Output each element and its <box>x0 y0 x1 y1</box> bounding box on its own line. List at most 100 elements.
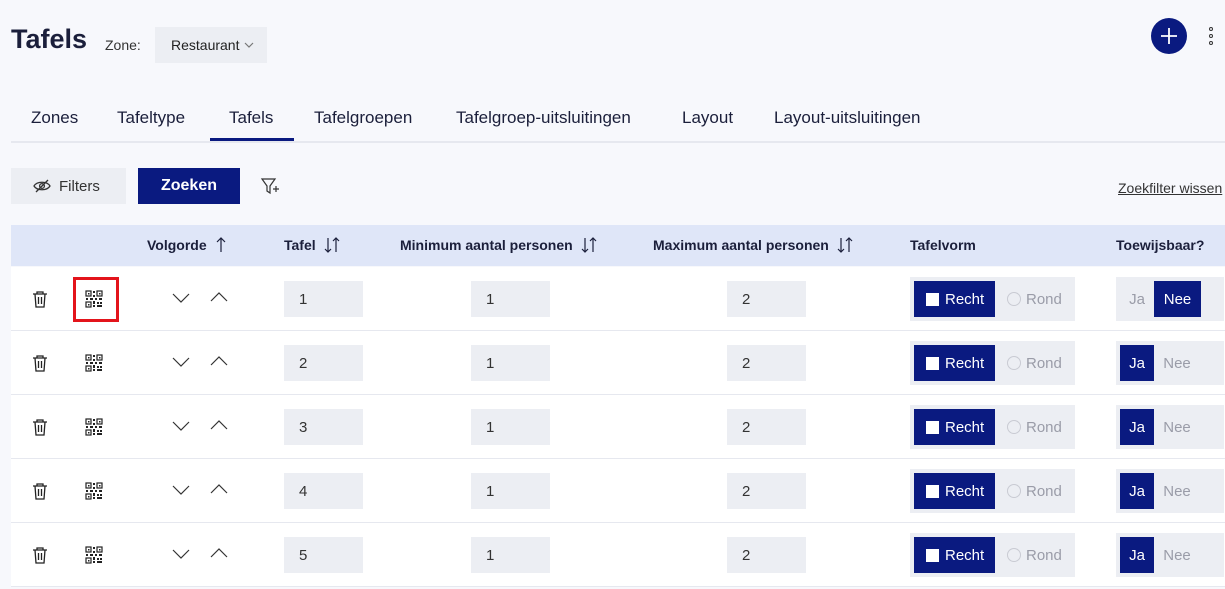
col-order-label: Volgorde <box>147 237 207 253</box>
col-order[interactable]: Volgorde <box>147 237 227 253</box>
qr-code-icon[interactable] <box>85 546 103 564</box>
table-number-input[interactable]: 4 <box>284 473 363 509</box>
filter-add-icon[interactable] <box>260 176 280 196</box>
assignable-no-option[interactable]: Nee <box>1156 345 1198 381</box>
chevron-down-icon <box>245 42 254 48</box>
shape-toggle: Recht Rond <box>910 341 1075 385</box>
shape-square-option[interactable]: Recht <box>914 281 995 317</box>
table-number-input[interactable]: 5 <box>284 537 363 573</box>
table-row: 3 1 2 Recht Rond Ja Nee <box>11 395 1225 459</box>
table-number-input[interactable]: 3 <box>284 409 363 445</box>
assignable-yes-option[interactable]: Ja <box>1120 409 1154 445</box>
tab-zones[interactable]: Zones <box>31 108 78 128</box>
move-down-icon[interactable] <box>172 485 190 495</box>
shape-square-option[interactable]: Recht <box>914 345 995 381</box>
tab-tafelgroepen[interactable]: Tafelgroepen <box>314 108 412 128</box>
tab-layout[interactable]: Layout <box>682 108 733 128</box>
dot-icon <box>1209 41 1213 45</box>
qr-code-icon[interactable] <box>85 354 103 372</box>
shape-round-option[interactable]: Rond <box>1007 473 1062 509</box>
shape-round-option[interactable]: Rond <box>1007 537 1062 573</box>
qr-code-icon[interactable] <box>85 418 103 436</box>
assignable-no-option[interactable]: Nee <box>1156 473 1198 509</box>
square-icon <box>926 356 939 370</box>
col-table[interactable]: Tafel <box>284 237 340 253</box>
shape-toggle: Recht Rond <box>910 533 1075 577</box>
move-up-icon[interactable] <box>210 484 228 494</box>
shape-square-option[interactable]: Recht <box>914 537 995 573</box>
col-shape: Tafelvorm <box>910 237 976 253</box>
move-up-icon[interactable] <box>210 356 228 366</box>
table-header: Volgorde Tafel Minimum aantal personen M… <box>11 225 1225 266</box>
add-button[interactable] <box>1151 18 1187 54</box>
assignable-toggle: Ja Nee <box>1116 469 1224 513</box>
assignable-yes-option[interactable]: Ja <box>1120 537 1154 573</box>
assignable-no-option[interactable]: Nee <box>1154 281 1201 317</box>
assignable-yes-option[interactable]: Ja <box>1120 473 1154 509</box>
shape-round-option[interactable]: Rond <box>1007 345 1062 381</box>
tab-tafels[interactable]: Tafels <box>229 108 273 128</box>
shape-round-label: Rond <box>1026 546 1062 564</box>
shape-square-option[interactable]: Recht <box>914 409 995 445</box>
assignable-no-option[interactable]: Nee <box>1156 409 1198 445</box>
shape-toggle: Recht Rond <box>910 405 1075 449</box>
radio-circle-icon <box>1007 292 1021 306</box>
max-persons-input[interactable]: 2 <box>727 281 806 317</box>
col-max-label: Maximum aantal personen <box>653 237 829 253</box>
shape-round-label: Rond <box>1026 482 1062 500</box>
shape-square-label: Recht <box>945 546 985 564</box>
shape-toggle: Recht Rond <box>910 469 1075 513</box>
assignable-toggle: Ja Nee <box>1116 405 1224 449</box>
col-min[interactable]: Minimum aantal personen <box>400 237 597 253</box>
tab-layout-uitsluitingen[interactable]: Layout-uitsluitingen <box>774 108 920 128</box>
move-down-icon[interactable] <box>172 357 190 367</box>
shape-round-label: Rond <box>1026 418 1062 436</box>
filters-button[interactable]: Filters <box>11 168 126 204</box>
assignable-yes-option[interactable]: Ja <box>1120 281 1154 317</box>
min-persons-input[interactable]: 1 <box>471 281 550 317</box>
max-persons-input[interactable]: 2 <box>727 537 806 573</box>
move-up-icon[interactable] <box>210 548 228 558</box>
more-options-button[interactable] <box>1205 27 1217 45</box>
table-number-input[interactable]: 2 <box>284 345 363 381</box>
tab-tafeltype[interactable]: Tafeltype <box>117 108 185 128</box>
move-down-icon[interactable] <box>172 549 190 559</box>
zone-select[interactable]: Restaurant <box>155 27 267 63</box>
search-button[interactable]: Zoeken <box>138 168 240 204</box>
move-down-icon[interactable] <box>172 293 190 303</box>
shape-round-option[interactable]: Rond <box>1007 281 1062 317</box>
trash-icon[interactable] <box>32 354 48 372</box>
assignable-toggle: Ja Nee <box>1116 277 1224 321</box>
max-persons-input[interactable]: 2 <box>727 473 806 509</box>
move-up-icon[interactable] <box>210 292 228 302</box>
trash-icon[interactable] <box>32 418 48 436</box>
trash-icon[interactable] <box>32 290 48 308</box>
shape-square-label: Recht <box>945 418 985 436</box>
table-number-input[interactable]: 1 <box>284 281 363 317</box>
radio-circle-icon <box>1007 484 1021 498</box>
min-persons-input[interactable]: 1 <box>471 345 550 381</box>
col-max[interactable]: Maximum aantal personen <box>653 237 853 253</box>
clear-filter-link[interactable]: Zoekfilter wissen <box>1118 180 1222 196</box>
trash-icon[interactable] <box>32 546 48 564</box>
shape-round-label: Rond <box>1026 290 1062 308</box>
assignable-no-option[interactable]: Nee <box>1156 537 1198 573</box>
min-persons-input[interactable]: 1 <box>471 537 550 573</box>
qr-code-icon[interactable] <box>85 482 103 500</box>
table-row: 5 1 2 Recht Rond Ja Nee <box>11 523 1225 587</box>
min-persons-input[interactable]: 1 <box>471 409 550 445</box>
shape-square-option[interactable]: Recht <box>914 473 995 509</box>
max-persons-input[interactable]: 2 <box>727 345 806 381</box>
tab-tafelgroep-uitsluitingen[interactable]: Tafelgroep-uitsluitingen <box>456 108 631 128</box>
square-icon <box>926 292 939 306</box>
shape-round-option[interactable]: Rond <box>1007 409 1062 445</box>
move-down-icon[interactable] <box>172 421 190 431</box>
max-persons-input[interactable]: 2 <box>727 409 806 445</box>
assignable-yes-option[interactable]: Ja <box>1120 345 1154 381</box>
square-icon <box>926 420 939 434</box>
min-persons-input[interactable]: 1 <box>471 473 550 509</box>
trash-icon[interactable] <box>32 482 48 500</box>
sort-icon <box>581 237 597 253</box>
move-up-icon[interactable] <box>210 420 228 430</box>
table-row: 2 1 2 Recht Rond Ja Nee <box>11 331 1225 395</box>
